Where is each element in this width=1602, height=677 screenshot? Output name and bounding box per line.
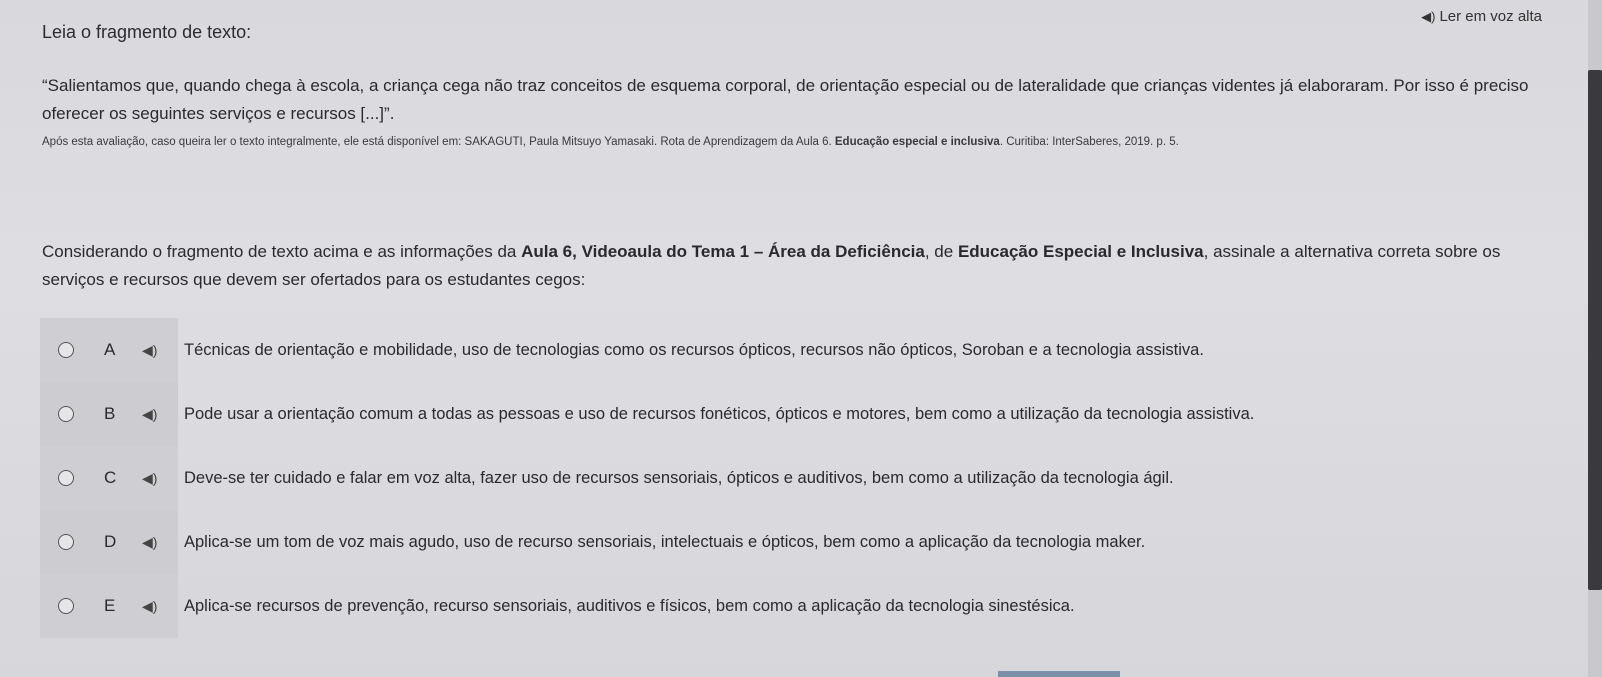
answer-options: A ◀) Técnicas de orientação e mobilidade… (40, 318, 1560, 638)
speaker-icon[interactable]: ◀) (142, 470, 172, 487)
bottom-tab-indicator (998, 671, 1120, 677)
option-letter: E (104, 596, 116, 615)
option-letter: D (104, 532, 117, 551)
option-text: Aplica-se recursos de prevenção, recurso… (184, 596, 1075, 615)
option-text: Deve-se ter cuidado e falar em voz alta,… (184, 468, 1174, 487)
option-letter: A (104, 340, 116, 359)
option-e[interactable]: E ◀) Aplica-se recursos de prevenção, re… (40, 574, 1560, 638)
question-bold1: Aula 6, Videoaula do Tema 1 – Área da De… (521, 242, 925, 261)
question-part1: Considerando o fragmento de texto acima … (42, 242, 522, 261)
citation-title: Educação especial e inclusiva (834, 136, 1000, 148)
read-aloud-button[interactable]: ◀) Ler em voz alta (1421, 8, 1542, 25)
quote-text: “Salientamos que, quando chega à escola,… (42, 76, 1529, 123)
speaker-icon: ◀) (1421, 8, 1436, 24)
speaker-icon[interactable]: ◀) (142, 342, 172, 359)
question-page: ◀) Ler em voz alta Leia o fragmento de t… (0, 0, 1602, 677)
radio-button[interactable] (58, 598, 74, 614)
question-statement: Considerando o fragmento de texto acima … (42, 238, 1552, 294)
option-text: Técnicas de orientação e mobilidade, uso… (184, 340, 1204, 359)
scrollbar-thumb[interactable] (1588, 70, 1602, 590)
citation: Após esta avaliação, caso queira ler o t… (42, 136, 1552, 148)
radio-button[interactable] (58, 342, 74, 358)
fragment-heading: Leia o fragmento de texto: (42, 22, 252, 42)
radio-button[interactable] (58, 534, 74, 550)
option-letter: C (104, 468, 117, 487)
option-text: Pode usar a orientação comum a todas as … (184, 404, 1255, 423)
option-c[interactable]: C ◀) Deve-se ter cuidado e falar em voz … (40, 446, 1560, 510)
option-a[interactable]: A ◀) Técnicas de orientação e mobilidade… (40, 318, 1560, 382)
question-bold2: Educação Especial e Inclusiva (957, 242, 1204, 261)
speaker-icon[interactable]: ◀) (142, 406, 172, 423)
radio-button[interactable] (58, 406, 74, 422)
citation-prefix: Após esta avaliação, caso queira ler o t… (42, 136, 832, 148)
option-letter: B (104, 404, 116, 423)
radio-button[interactable] (58, 470, 74, 486)
speaker-icon[interactable]: ◀) (142, 534, 172, 551)
option-text: Aplica-se um tom de voz mais agudo, uso … (184, 532, 1146, 551)
scrollbar[interactable] (1588, 0, 1602, 677)
speaker-icon[interactable]: ◀) (142, 598, 172, 615)
option-b[interactable]: B ◀) Pode usar a orientação comum a toda… (40, 382, 1560, 446)
read-aloud-label: Ler em voz alta (1439, 8, 1542, 25)
citation-suffix: . Curitiba: InterSaberes, 2019. p. 5. (999, 136, 1179, 148)
option-d[interactable]: D ◀) Aplica-se um tom de voz mais agudo,… (40, 510, 1560, 574)
question-part2: , de (924, 242, 958, 261)
